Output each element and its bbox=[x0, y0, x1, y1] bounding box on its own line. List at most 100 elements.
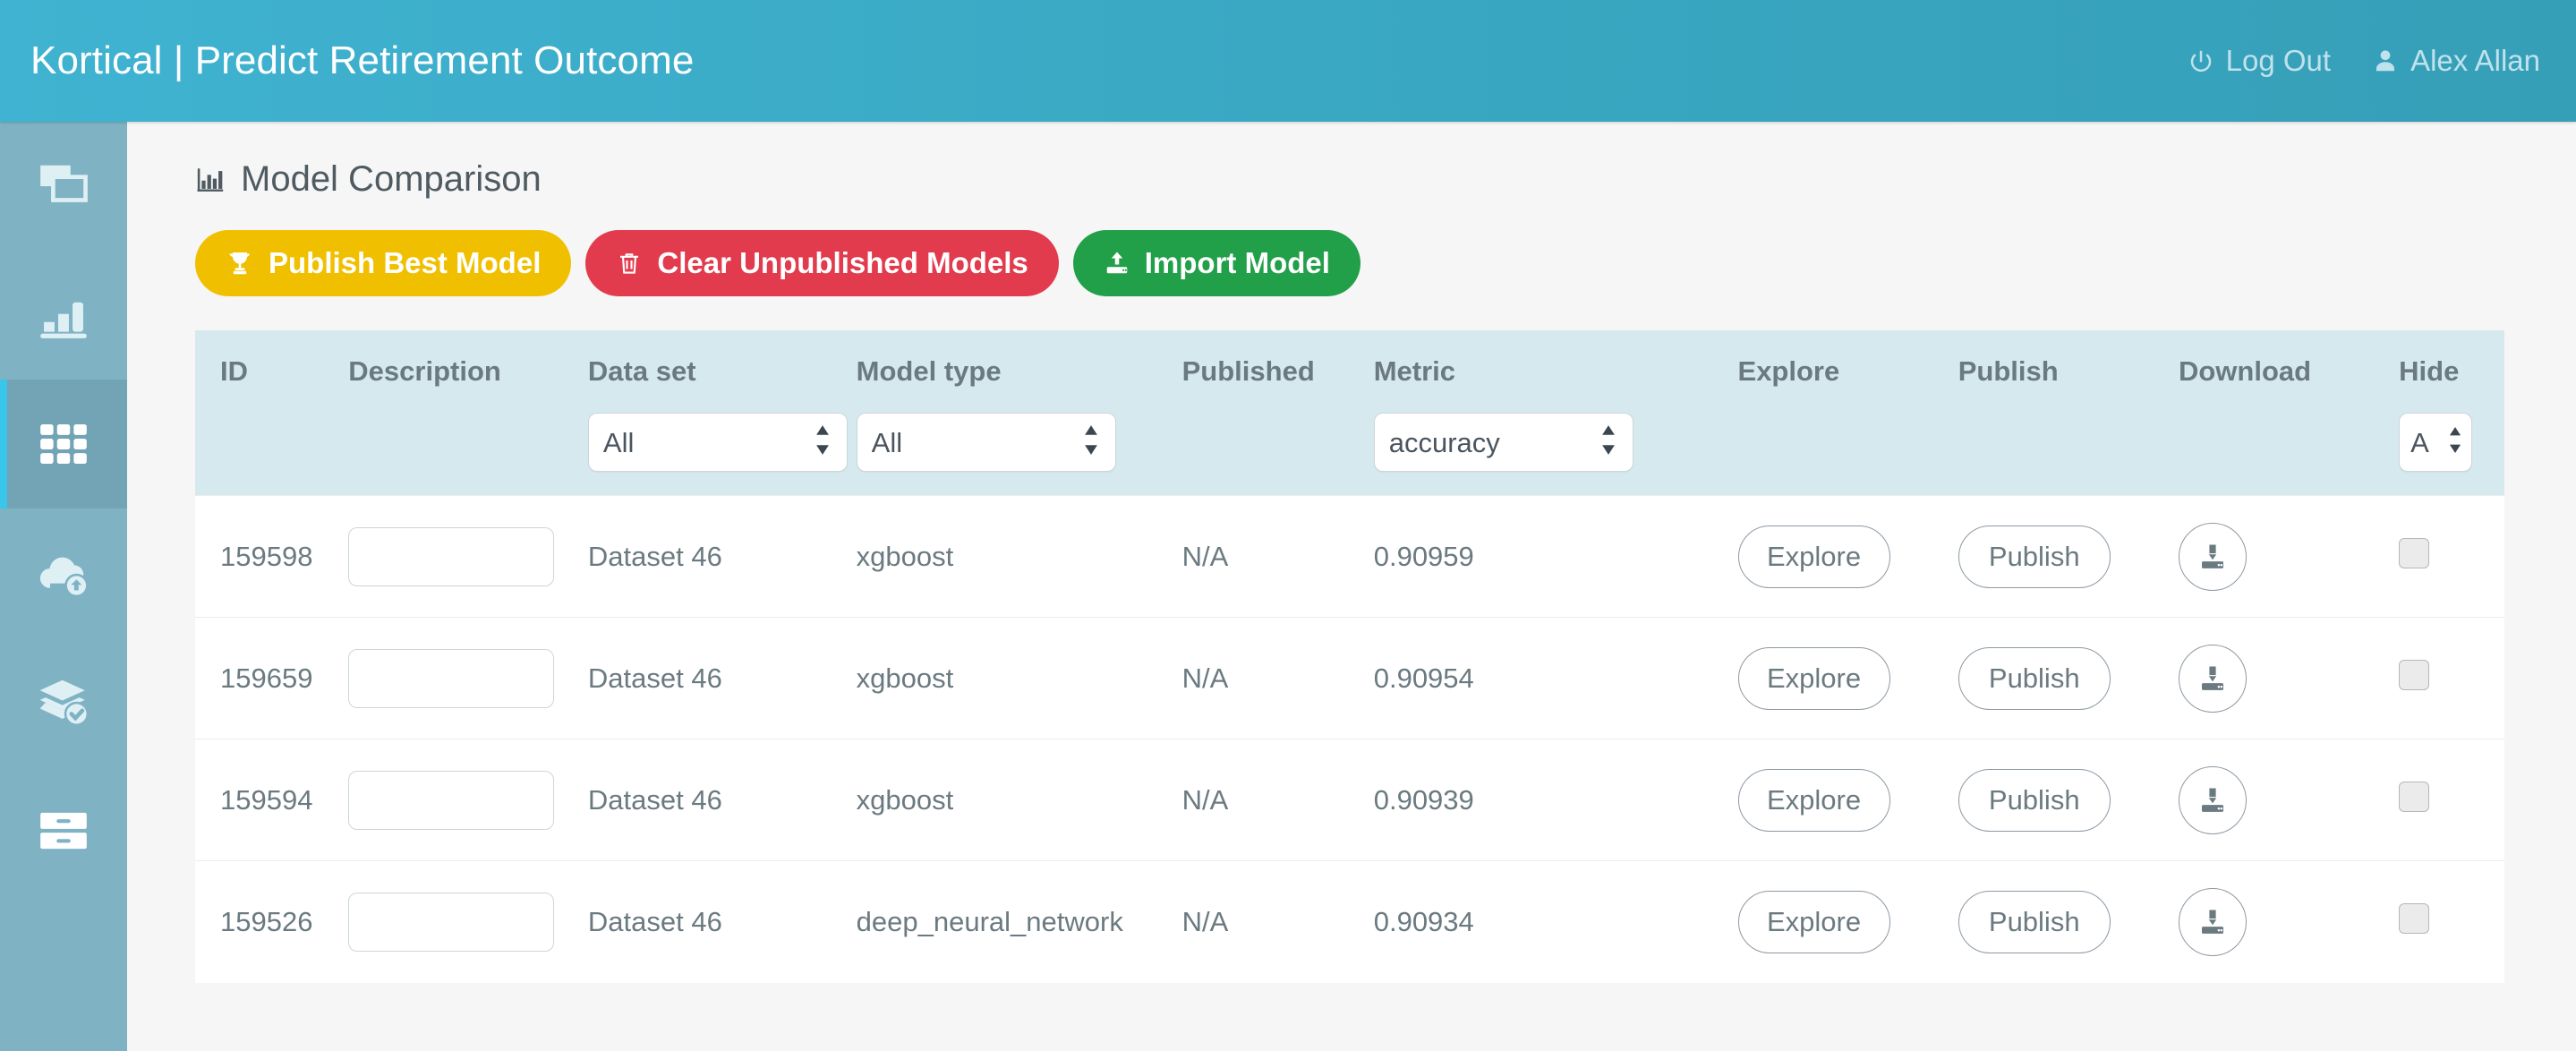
cell-download bbox=[2179, 861, 2399, 983]
import-model-button[interactable]: Import Model bbox=[1073, 230, 1361, 296]
cell-explore: Explore bbox=[1738, 739, 1958, 861]
power-icon bbox=[2188, 47, 2214, 74]
bar-chart-icon bbox=[36, 287, 91, 343]
filter-cell-download bbox=[2179, 413, 2399, 496]
cell-description bbox=[348, 861, 588, 983]
sidebar bbox=[0, 122, 127, 1051]
cell-publish: Publish bbox=[1958, 618, 2179, 739]
metric-filter-wrap: accuracy bbox=[1374, 413, 1633, 472]
logout-label: Log Out bbox=[2226, 44, 2331, 78]
sidebar-item-archive[interactable] bbox=[0, 766, 127, 895]
filter-cell-metric: accuracy bbox=[1374, 413, 1738, 496]
description-input[interactable] bbox=[348, 527, 554, 586]
hide-sort-wrap: A bbox=[2399, 413, 2472, 472]
user-menu[interactable]: Alex Allan bbox=[2372, 44, 2540, 78]
cell-id: 159598 bbox=[195, 496, 348, 618]
cell-hide bbox=[2399, 618, 2504, 739]
description-input[interactable] bbox=[348, 893, 554, 952]
cell-description bbox=[348, 618, 588, 739]
publish-button[interactable]: Publish bbox=[1958, 891, 2111, 953]
cell-metric: 0.90934 bbox=[1374, 861, 1738, 983]
publish-button[interactable]: Publish bbox=[1958, 769, 2111, 832]
cell-published: N/A bbox=[1182, 739, 1374, 861]
cell-download bbox=[2179, 739, 2399, 861]
hide-checkbox[interactable] bbox=[2399, 903, 2429, 934]
publish-button[interactable]: Publish bbox=[1958, 647, 2111, 710]
metric-filter-select[interactable]: accuracy bbox=[1374, 413, 1633, 472]
hide-checkbox[interactable] bbox=[2399, 782, 2429, 812]
publish-best-model-button[interactable]: Publish Best Model bbox=[195, 230, 571, 296]
header-actions: Log Out Alex Allan bbox=[2188, 44, 2540, 78]
app-header: Kortical | Predict Retirement Outcome Lo… bbox=[0, 0, 2576, 122]
col-header-explore: Explore bbox=[1738, 330, 1958, 413]
download-button[interactable] bbox=[2179, 888, 2247, 956]
cell-description bbox=[348, 496, 588, 618]
dataset-filter-select[interactable]: All bbox=[588, 413, 848, 472]
filter-cell-published bbox=[1182, 413, 1374, 496]
explore-button[interactable]: Explore bbox=[1738, 891, 1890, 953]
grid-icon bbox=[36, 416, 91, 472]
filter-cell-id bbox=[195, 413, 348, 496]
main-content: Model Comparison Publish Best Model Clea… bbox=[127, 122, 2576, 1051]
cell-hide bbox=[2399, 496, 2504, 618]
logout-button[interactable]: Log Out bbox=[2188, 44, 2331, 78]
cell-download bbox=[2179, 496, 2399, 618]
download-button[interactable] bbox=[2179, 523, 2247, 591]
page-title: Model Comparison bbox=[195, 159, 2576, 200]
cell-published: N/A bbox=[1182, 618, 1374, 739]
explore-button[interactable]: Explore bbox=[1738, 769, 1890, 832]
sidebar-item-datasets[interactable] bbox=[0, 637, 127, 766]
cell-publish: Publish bbox=[1958, 861, 2179, 983]
sidebar-item-upload[interactable] bbox=[0, 508, 127, 637]
table-row: 159598 Dataset 46 xgboost N/A 0.90959 Ex… bbox=[195, 496, 2504, 618]
cell-model-type: deep_neural_network bbox=[857, 861, 1182, 983]
filter-cell-dataset: All bbox=[588, 413, 857, 496]
filter-cell-hide: A bbox=[2399, 413, 2504, 496]
col-header-id: ID bbox=[195, 330, 348, 413]
cell-published: N/A bbox=[1182, 861, 1374, 983]
col-header-publish: Publish bbox=[1958, 330, 2179, 413]
cell-metric: 0.90939 bbox=[1374, 739, 1738, 861]
cell-dataset: Dataset 46 bbox=[588, 739, 857, 861]
clone-windows-icon bbox=[36, 158, 91, 214]
col-header-model-type: Model type bbox=[857, 330, 1182, 413]
description-input[interactable] bbox=[348, 771, 554, 830]
table-body: 159598 Dataset 46 xgboost N/A 0.90959 Ex… bbox=[195, 496, 2504, 983]
cloud-upload-icon bbox=[36, 545, 91, 601]
download-button[interactable] bbox=[2179, 766, 2247, 834]
explore-button[interactable]: Explore bbox=[1738, 647, 1890, 710]
cell-description bbox=[348, 739, 588, 861]
hide-sort-select[interactable]: A bbox=[2399, 413, 2472, 472]
trash-icon bbox=[616, 250, 643, 277]
sidebar-item-analytics[interactable] bbox=[0, 251, 127, 380]
hide-checkbox[interactable] bbox=[2399, 660, 2429, 690]
download-icon bbox=[2196, 541, 2229, 573]
table-filter-row: All All bbox=[195, 413, 2504, 496]
filter-cell-model-type: All bbox=[857, 413, 1182, 496]
cell-metric: 0.90954 bbox=[1374, 618, 1738, 739]
filter-cell-explore bbox=[1738, 413, 1958, 496]
publish-button[interactable]: Publish bbox=[1958, 526, 2111, 588]
sidebar-item-model-comparison[interactable] bbox=[0, 380, 127, 508]
explore-button[interactable]: Explore bbox=[1738, 526, 1890, 588]
cell-id: 159659 bbox=[195, 618, 348, 739]
bar-chart-icon bbox=[195, 165, 226, 195]
table-row: 159526 Dataset 46 deep_neural_network N/… bbox=[195, 861, 2504, 983]
page-title-label: Model Comparison bbox=[241, 159, 542, 200]
col-header-download: Download bbox=[2179, 330, 2399, 413]
trophy-icon bbox=[226, 249, 254, 278]
model-type-filter-select[interactable]: All bbox=[857, 413, 1116, 472]
clear-unpublished-models-label: Clear Unpublished Models bbox=[657, 246, 1028, 280]
action-button-row: Publish Best Model Clear Unpublished Mod… bbox=[195, 230, 2576, 296]
user-name-label: Alex Allan bbox=[2410, 44, 2540, 78]
download-button[interactable] bbox=[2179, 645, 2247, 713]
cell-id: 159594 bbox=[195, 739, 348, 861]
col-header-published: Published bbox=[1182, 330, 1374, 413]
description-input[interactable] bbox=[348, 649, 554, 708]
import-model-label: Import Model bbox=[1145, 246, 1330, 280]
sidebar-item-projects[interactable] bbox=[0, 122, 127, 251]
cell-download bbox=[2179, 618, 2399, 739]
hide-checkbox[interactable] bbox=[2399, 538, 2429, 568]
publish-best-model-label: Publish Best Model bbox=[269, 246, 541, 280]
clear-unpublished-models-button[interactable]: Clear Unpublished Models bbox=[585, 230, 1058, 296]
